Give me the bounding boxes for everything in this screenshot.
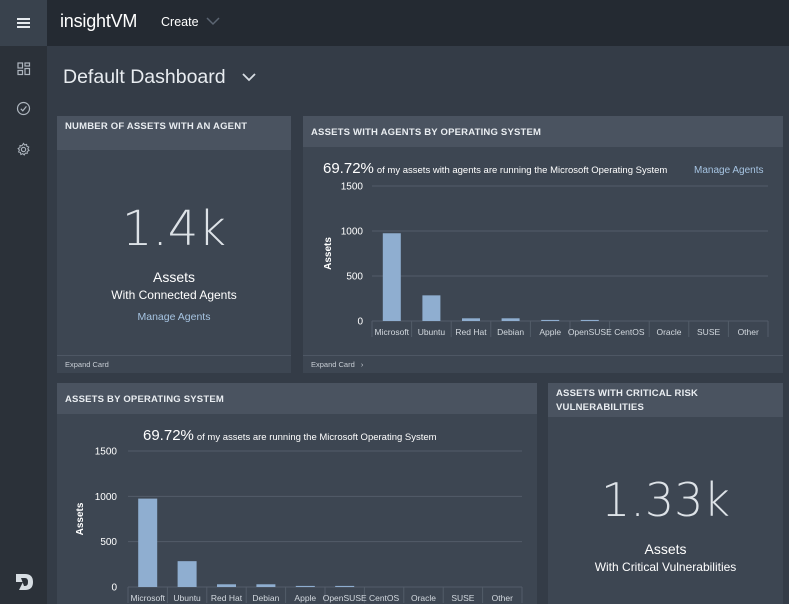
- bar: [295, 585, 315, 587]
- y-tick-label: 500: [100, 537, 117, 548]
- x-tick-label: Ubuntu: [418, 327, 446, 337]
- bar: [217, 584, 236, 587]
- dashboard-icon-svg: [16, 61, 30, 75]
- agent-count-sublabel: With Connected Agents: [111, 288, 237, 302]
- bar: [138, 498, 158, 587]
- x-tick-label: Other: [738, 327, 759, 337]
- check-circle-icon-svg: [16, 101, 31, 116]
- assets-os-stat: 69.72% of my assets are running the Micro…: [143, 427, 437, 444]
- x-tick-label: CentOS: [614, 327, 645, 337]
- bar: [580, 319, 599, 321]
- card-title: ASSETS WITH AGENTS BY OPERATING SYSTEM: [303, 116, 783, 147]
- card-title: ASSETS WITH CRITICAL RISK VULNERABILITIE…: [548, 383, 783, 417]
- agents-os-bar-chart: Assets 0 500 1000 1500 Microsoft Ubuntu Red Hat…: [323, 182, 769, 337]
- y-tick-label: 1500: [341, 182, 364, 193]
- expand-card-button[interactable]: Expand Card: [57, 355, 291, 373]
- sidebar: [0, 46, 47, 604]
- top-bar: insightVM Create: [0, 0, 789, 46]
- bar: [335, 585, 355, 587]
- expand-card-label: Expand Card: [65, 360, 109, 369]
- assets-os-bar-chart: Assets 0 500 1000 1500 Microsoft Ubuntu Red Hat…: [75, 447, 523, 603]
- x-tick-label: OpenSUSE: [323, 593, 367, 603]
- x-tick-label: OpenSUSE: [568, 327, 612, 337]
- dashboard-icon[interactable]: [15, 60, 32, 77]
- x-tick-label: Other: [492, 593, 513, 603]
- create-menu[interactable]: Create: [161, 15, 199, 29]
- y-tick-label: 500: [346, 272, 363, 283]
- gear-icon-svg: [17, 142, 30, 156]
- agents-os-percent: 69.72%: [323, 160, 374, 177]
- hamburger-icon[interactable]: [0, 0, 47, 46]
- x-tick-label: Microsoft: [375, 327, 410, 337]
- y-axis-label: Assets: [323, 237, 334, 270]
- x-tick-label: SUSE: [697, 327, 720, 337]
- agent-count-label: Assets: [152, 269, 195, 285]
- check-circle-icon[interactable]: [15, 100, 32, 117]
- agent-count-value: 1.4k: [121, 201, 227, 257]
- bar: [541, 319, 560, 321]
- card-assets-by-os: ASSETS BY OPERATING SYSTEM 69.72% of my a…: [57, 383, 537, 604]
- assets-os-stat-text: of my assets are running the Microsoft O…: [196, 432, 437, 443]
- x-tick-label: Ubuntu: [173, 593, 201, 603]
- page-title: Default Dashboard: [63, 66, 226, 88]
- y-tick-label: 0: [357, 317, 363, 328]
- bar: [501, 318, 520, 321]
- chevron-down-icon[interactable]: [241, 72, 257, 82]
- x-tick-label: Apple: [539, 327, 561, 337]
- critical-count-label: Assets: [644, 541, 687, 557]
- card-title: NUMBER OF ASSETS WITH AN AGENT: [57, 116, 291, 150]
- expand-card-label: Expand Card: [311, 360, 355, 369]
- y-tick-label: 1000: [341, 227, 364, 238]
- x-tick-label: Red Hat: [211, 593, 243, 603]
- bar: [422, 295, 441, 321]
- y-tick-label: 1000: [95, 492, 118, 503]
- x-tick-label: Oracle: [656, 327, 681, 337]
- brand-logo[interactable]: insightVM: [60, 11, 137, 32]
- critical-count-sublabel: With Critical Vulnerabilities: [594, 560, 737, 574]
- assets-os-percent: 69.72%: [143, 427, 194, 444]
- gear-icon[interactable]: [15, 141, 32, 158]
- bar: [382, 233, 401, 321]
- agents-os-stat: 69.72% of my assets with agents are runni…: [323, 160, 667, 177]
- x-tick-label: Oracle: [411, 593, 436, 603]
- expand-card-button[interactable]: Expand Card ›: [303, 355, 783, 373]
- card-title: ASSETS BY OPERATING SYSTEM: [57, 383, 537, 414]
- y-tick-label: 1500: [95, 447, 118, 458]
- card-assets-with-agent: NUMBER OF ASSETS WITH AN AGENT 1.4k Asse…: [57, 116, 291, 373]
- bar: [462, 318, 480, 321]
- x-tick-label: Apple: [294, 593, 316, 603]
- card-critical-vulnerabilities: ASSETS WITH CRITICAL RISK VULNERABILITIE…: [548, 383, 783, 604]
- manage-agents-link[interactable]: Manage Agents: [57, 311, 291, 323]
- agents-os-stat-text: of my assets with agents are running the…: [376, 165, 668, 176]
- bar: [256, 584, 276, 587]
- x-tick-label: Microsoft: [130, 593, 165, 603]
- x-tick-label: SUSE: [451, 593, 474, 603]
- card-agents-by-os: ASSETS WITH AGENTS BY OPERATING SYSTEM 6…: [303, 116, 783, 373]
- rapid7-logo-icon: [16, 574, 33, 590]
- x-tick-label: Debian: [497, 327, 524, 337]
- y-axis-label: Assets: [75, 502, 86, 535]
- x-tick-label: CentOS: [369, 593, 400, 603]
- y-tick-label: 0: [111, 583, 117, 594]
- chevron-down-icon[interactable]: [206, 16, 220, 26]
- manage-agents-link[interactable]: Manage Agents: [694, 165, 764, 176]
- critical-count-value: 1.33k: [600, 473, 731, 527]
- chevron-right-icon: ›: [360, 360, 364, 369]
- x-tick-label: Debian: [252, 593, 279, 603]
- bar: [177, 561, 197, 587]
- x-tick-label: Red Hat: [455, 327, 487, 337]
